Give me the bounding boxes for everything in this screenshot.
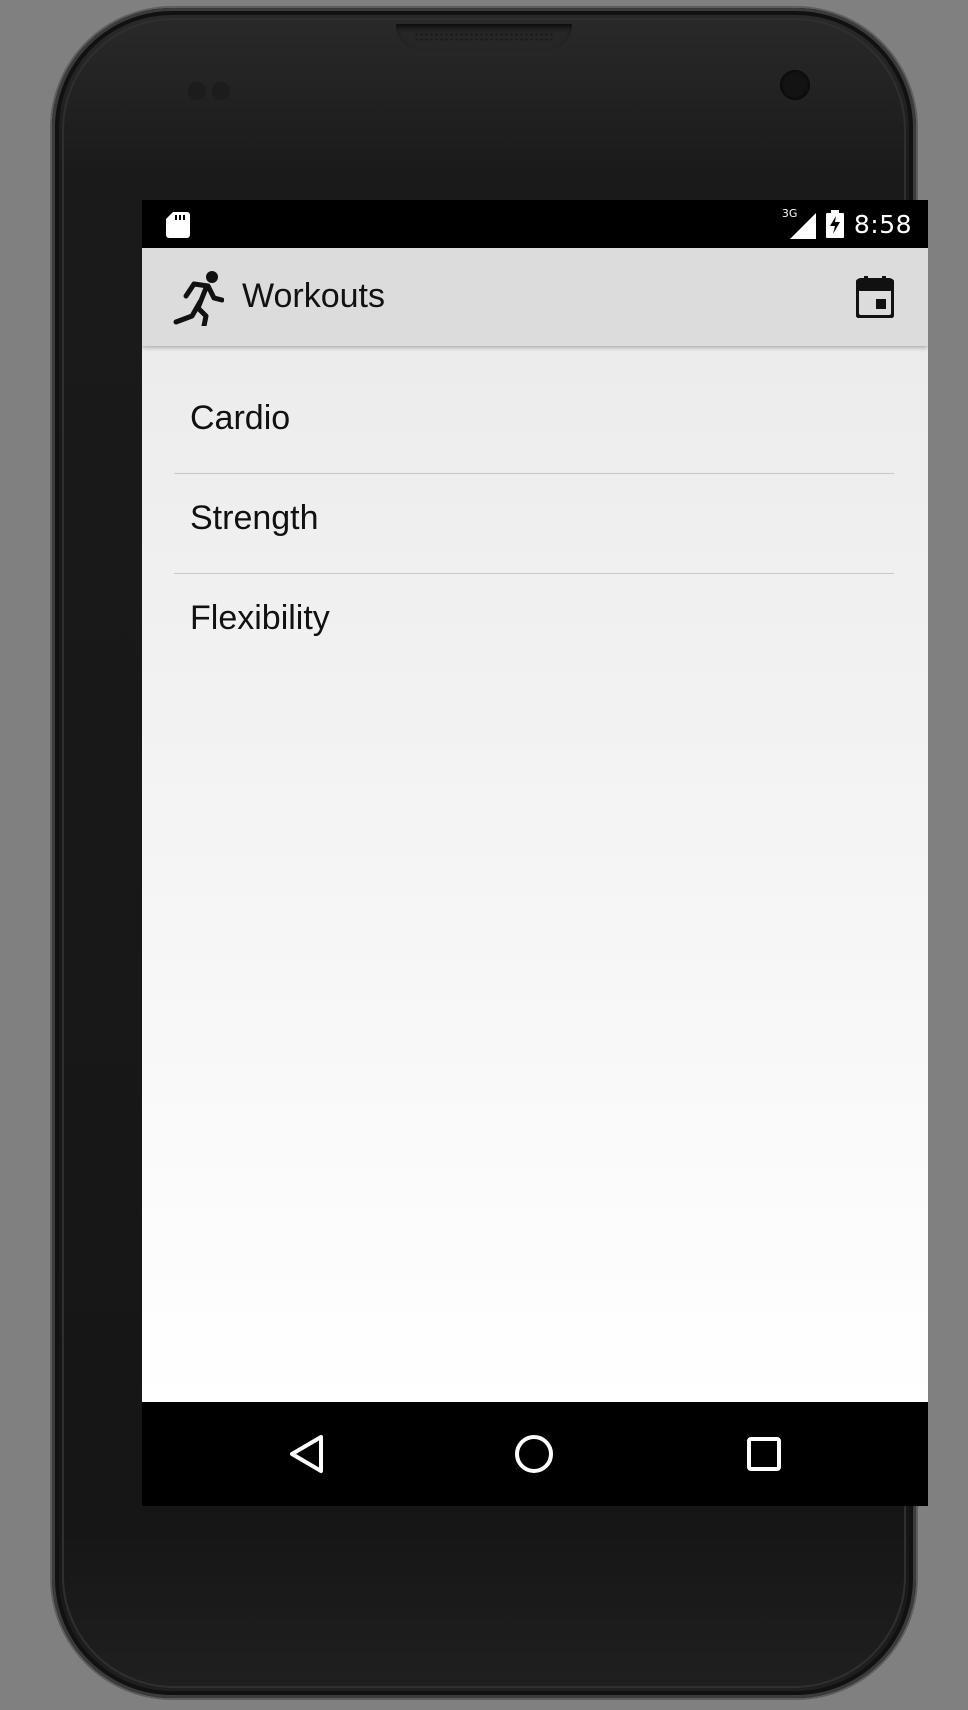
list-item-label: Cardio xyxy=(190,399,291,437)
proximity-sensor xyxy=(188,82,206,100)
app-title: Workouts xyxy=(242,277,385,315)
status-clock: 8:58 xyxy=(853,209,912,239)
signal-icon xyxy=(789,213,816,239)
speaker-grill xyxy=(414,32,554,42)
calendar-button[interactable] xyxy=(850,272,900,322)
home-icon xyxy=(515,1435,553,1473)
list-item-cardio[interactable]: Cardio xyxy=(174,374,894,474)
recents-icon xyxy=(747,1437,781,1471)
workout-list-container: Cardio Strength Flexibility xyxy=(142,346,928,1402)
network-indicator: 3G xyxy=(782,207,816,239)
list-item-label: Strength xyxy=(190,499,319,537)
navigation-bar xyxy=(142,1402,928,1506)
list-item-flexibility[interactable]: Flexibility xyxy=(174,574,894,673)
front-camera xyxy=(780,70,810,100)
app-bar: Workouts xyxy=(142,248,928,346)
status-indicators: 3G 8:58 xyxy=(782,200,912,248)
workout-list: Cardio Strength Flexibility xyxy=(174,374,894,673)
recents-button[interactable] xyxy=(742,1432,786,1476)
home-button[interactable] xyxy=(512,1432,556,1476)
battery-charging-icon xyxy=(825,210,844,238)
status-bar: 3G 8:58 xyxy=(142,200,928,248)
screen: 3G 8:58 Workouts Cardio Strength Flexibi… xyxy=(142,200,928,1506)
sd-card-icon xyxy=(166,212,190,238)
list-item-label: Flexibility xyxy=(190,599,330,637)
calendar-icon xyxy=(856,276,894,318)
light-sensor xyxy=(212,82,230,100)
back-button[interactable] xyxy=(284,1432,328,1476)
earpiece-speaker xyxy=(396,24,572,50)
list-item-strength[interactable]: Strength xyxy=(174,474,894,574)
back-icon xyxy=(290,1435,323,1473)
running-person-icon xyxy=(173,271,224,326)
phone-frame: 3G 8:58 Workouts Cardio Strength Flexibi… xyxy=(52,8,928,1698)
device-stage: 3G 8:58 Workouts Cardio Strength Flexibi… xyxy=(0,0,968,1710)
